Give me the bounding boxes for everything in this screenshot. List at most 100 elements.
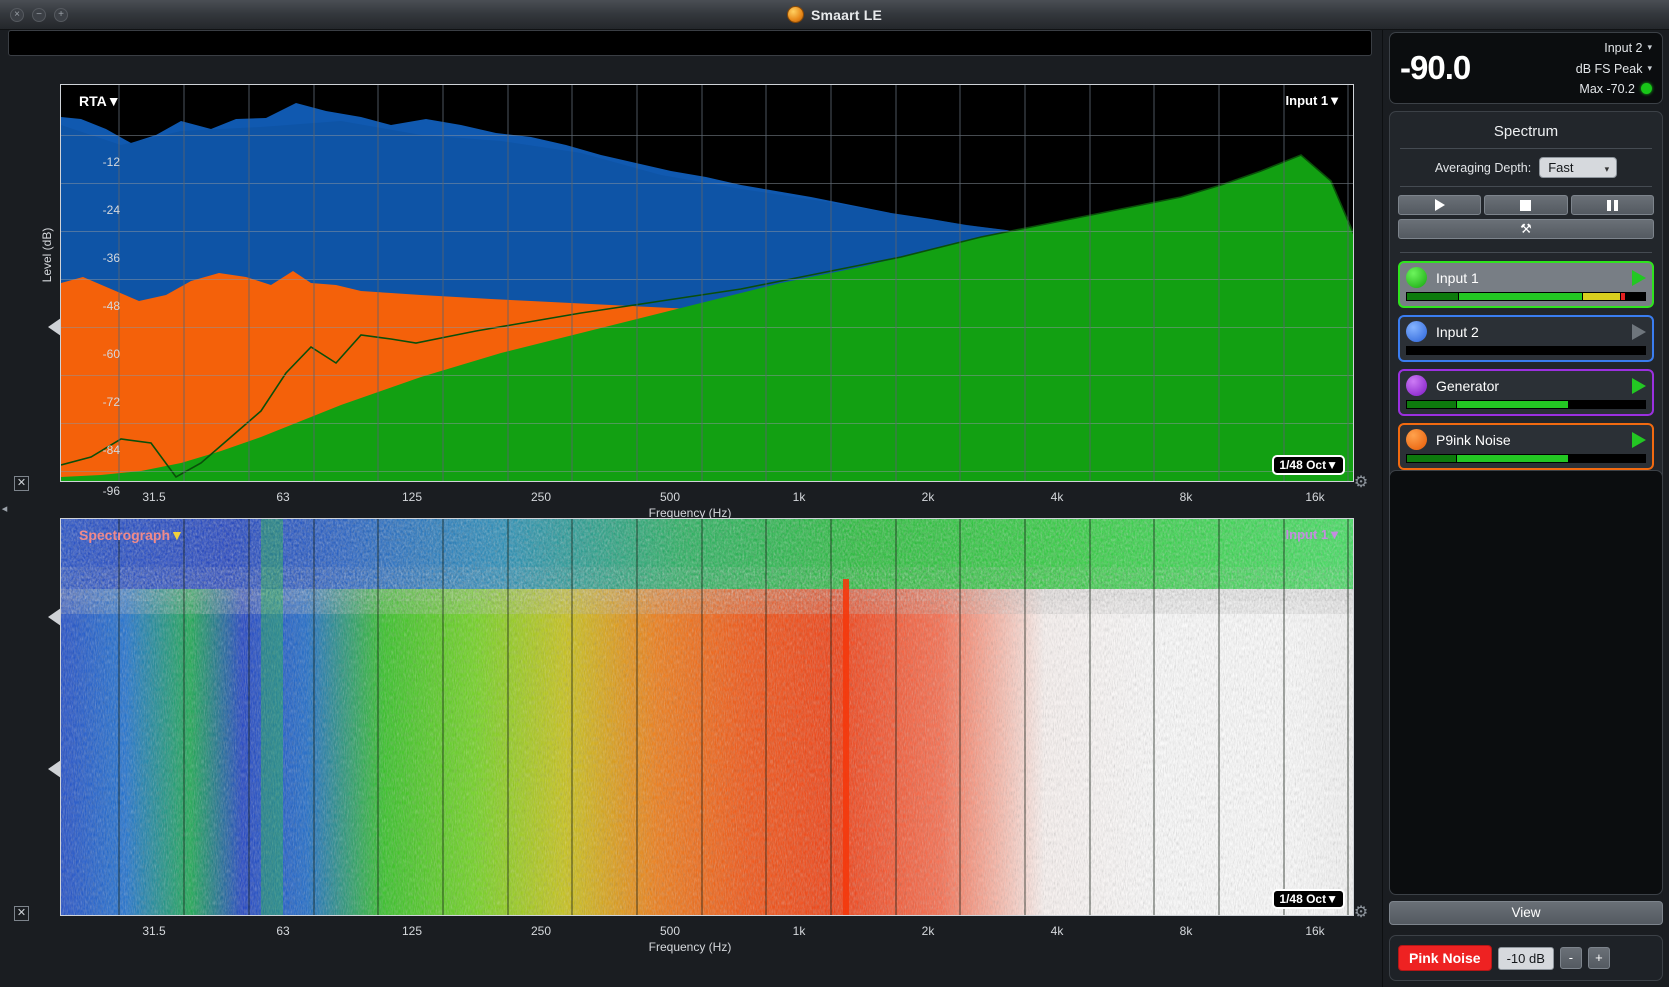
- title-bar: × − + Smaart LE: [0, 0, 1669, 30]
- meter-max-label: Max -70.2: [1579, 82, 1635, 96]
- level-meter-card: -90.0 Input 2▾ dB FS Peak ▾ Max -70.2: [1389, 32, 1663, 104]
- channel-play-icon[interactable]: [1632, 378, 1646, 394]
- page-title: Smaart LE: [787, 6, 882, 23]
- channel-play-icon[interactable]: [1632, 324, 1646, 340]
- rta-xtick: 63: [276, 490, 289, 504]
- spectrograph-source-label: Input 1: [1286, 527, 1329, 542]
- channel-input-1[interactable]: Input 1: [1398, 261, 1654, 308]
- level-meter-value: -90.0: [1400, 49, 1576, 87]
- rta-ytick: -72: [76, 395, 120, 409]
- minimize-window-button[interactable]: −: [32, 8, 46, 22]
- splitter-icon: ◂: [2, 503, 8, 515]
- meter-max-row[interactable]: Max -70.2: [1576, 79, 1652, 99]
- channel-level-meter: [1406, 292, 1646, 301]
- rta-ytick: -24: [76, 203, 120, 217]
- tools-icon: ⚒: [1520, 221, 1532, 237]
- averaging-depth-select[interactable]: Fast ▾: [1539, 157, 1617, 178]
- chevron-down-icon: ▾: [1605, 164, 1610, 175]
- play-button[interactable]: [1398, 195, 1481, 215]
- spectrograph-marker-upper[interactable]: [48, 608, 61, 626]
- stop-icon: [1520, 200, 1531, 211]
- channel-name-label: Generator: [1436, 378, 1623, 394]
- spectrum-panel-title: Spectrum: [1398, 118, 1654, 148]
- spectrograph-xtick: 250: [531, 924, 551, 938]
- rta-plot-area[interactable]: RTA▼ Input 1▼ 1/48 Oct▼: [60, 84, 1354, 482]
- divider: [1400, 252, 1652, 253]
- chevron-down-icon: ▼: [1326, 458, 1338, 472]
- averaging-depth-value: Fast: [1548, 160, 1573, 175]
- window-controls: × − +: [10, 8, 68, 22]
- tools-row: ⚒: [1398, 219, 1654, 243]
- pane-splitter-handle[interactable]: ◂: [0, 498, 9, 520]
- channel-level-meter: [1406, 400, 1646, 409]
- view-button[interactable]: View: [1389, 901, 1663, 925]
- pink-noise-button[interactable]: Pink Noise: [1398, 945, 1492, 971]
- spectrograph-settings-gear[interactable]: ⚙: [1352, 904, 1370, 922]
- spectrum-tools-button[interactable]: ⚒: [1398, 219, 1654, 239]
- generator-level-field[interactable]: -10 dB: [1498, 947, 1554, 970]
- spectrograph-title-menu[interactable]: Spectrograph▼: [79, 527, 184, 543]
- channel-input-2[interactable]: Input 2: [1398, 315, 1654, 362]
- channel-level-meter: [1406, 346, 1646, 355]
- rta-ytick: -12: [76, 155, 120, 169]
- generator-level-increase-button[interactable]: +: [1588, 947, 1610, 969]
- close-window-button[interactable]: ×: [10, 8, 24, 22]
- rta-xtick: 250: [531, 490, 551, 504]
- spectrograph-xtick: 1k: [793, 924, 806, 938]
- spectrograph-xtick: 2k: [922, 924, 935, 938]
- top-black-strip: [8, 30, 1372, 56]
- chevron-down-icon: ▼: [107, 93, 121, 109]
- spectrograph-resolution-badge[interactable]: 1/48 Oct▼: [1272, 889, 1345, 909]
- status-led-icon: [1641, 83, 1652, 94]
- channel-color-dot-icon: [1406, 267, 1427, 288]
- meter-scale-selector[interactable]: dB FS Peak ▾: [1576, 58, 1652, 79]
- rta-xtick: 31.5: [142, 490, 165, 504]
- pause-icon: [1607, 200, 1618, 211]
- channel-header: P9ink Noise: [1406, 429, 1646, 450]
- spectrograph-xtick: 63: [276, 924, 289, 938]
- stop-button[interactable]: [1484, 195, 1567, 215]
- divider: [1400, 186, 1652, 187]
- generator-level-decrease-button[interactable]: -: [1560, 947, 1582, 969]
- channel-pink-noise[interactable]: P9ink Noise: [1398, 423, 1654, 470]
- transport-controls: [1398, 195, 1654, 219]
- rta-settings-gear[interactable]: ⚙: [1352, 474, 1370, 492]
- spectrograph-xtick: 8k: [1180, 924, 1193, 938]
- spectrograph-plot-area[interactable]: Spectrograph▼ Input 1▼ 1/48 Oct▼: [60, 518, 1354, 916]
- spectrograph-source-menu[interactable]: Input 1▼: [1286, 527, 1341, 542]
- rta-chart-svg: [61, 85, 1354, 482]
- meter-scale-label: dB FS Peak: [1576, 62, 1643, 76]
- channel-play-icon[interactable]: [1632, 270, 1646, 286]
- spectrograph-marker-lower[interactable]: [48, 760, 61, 778]
- spectrograph-panel: Spectrograph▼ Input 1▼ 1/48 Oct▼ 31.5 63…: [8, 518, 1372, 944]
- empty-list-area[interactable]: [1389, 470, 1663, 895]
- chevron-down-icon: ▼: [170, 527, 184, 543]
- channel-name-label: P9ink Noise: [1436, 432, 1623, 448]
- channel-play-icon[interactable]: [1632, 432, 1646, 448]
- spectrograph-close-button[interactable]: ✕: [14, 906, 29, 921]
- rta-ytick: -60: [76, 347, 120, 361]
- level-meter-details: Input 2▾ dB FS Peak ▾ Max -70.2: [1576, 37, 1652, 99]
- rta-xtick: 125: [402, 490, 422, 504]
- rta-close-button[interactable]: ✕: [14, 476, 29, 491]
- rta-y-axis-label: Level (dB): [40, 210, 54, 300]
- channel-header: Generator: [1406, 375, 1646, 396]
- chevron-down-icon: ▾: [1647, 58, 1652, 78]
- generator-bar: Pink Noise -10 dB - +: [1389, 935, 1663, 981]
- rta-source-menu[interactable]: Input 1▼: [1286, 93, 1341, 108]
- channel-header: Input 2: [1406, 321, 1646, 342]
- rta-resolution-badge[interactable]: 1/48 Oct▼: [1272, 455, 1345, 475]
- rta-level-marker[interactable]: [48, 318, 61, 336]
- window-title-text: Smaart LE: [811, 7, 882, 23]
- channel-name-label: Input 1: [1436, 270, 1623, 286]
- rta-ytick: -48: [76, 299, 120, 313]
- spectrograph-svg: [61, 519, 1354, 916]
- averaging-depth-label: Averaging Depth:: [1435, 161, 1531, 175]
- rta-xtick: 8k: [1180, 490, 1193, 504]
- meter-source-selector[interactable]: Input 2▾: [1576, 37, 1652, 58]
- channel-generator[interactable]: Generator: [1398, 369, 1654, 416]
- rta-xtick: 1k: [793, 490, 806, 504]
- pause-button[interactable]: [1571, 195, 1654, 215]
- rta-title-menu[interactable]: RTA▼: [79, 93, 121, 109]
- maximize-window-button[interactable]: +: [54, 8, 68, 22]
